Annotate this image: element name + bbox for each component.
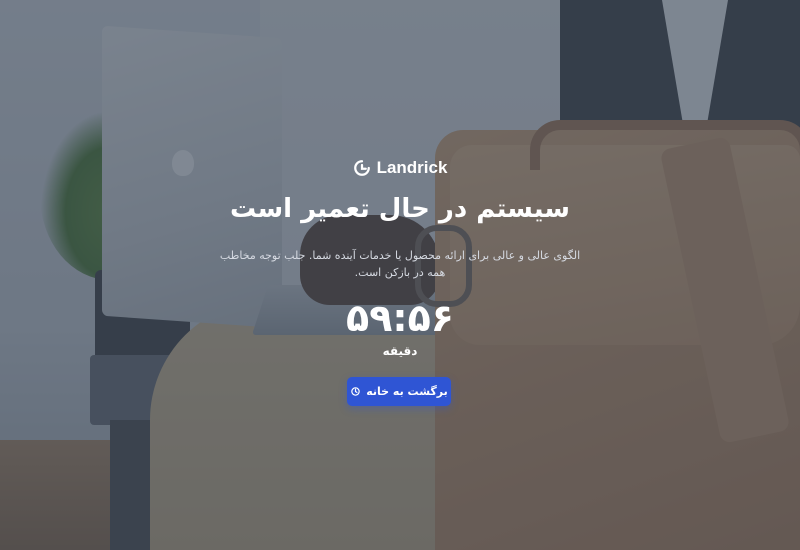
page-description: الگوی عالی و عالی برای ارائه محصول یا خد… [219,249,581,279]
back-to-home-button[interactable]: برگشت به خانه [347,377,451,406]
brand-logo[interactable]: Landrick [0,158,800,178]
countdown-unit-label: دقیقه [382,344,418,358]
countdown-timer: ۵۹:۵۶ [346,296,454,340]
back-to-home-label: برگشت به خانه [366,385,448,398]
page-title: سیستم در حال تعمیر است [230,194,570,224]
history-icon [351,387,360,396]
brand-name: Landrick [376,158,448,177]
maintenance-page: Landrick سیستم در حال تعمیر است الگوی عا… [0,0,800,550]
maintenance-content: Landrick سیستم در حال تعمیر است الگوی عا… [0,0,800,550]
landrick-logo-icon [353,160,370,176]
